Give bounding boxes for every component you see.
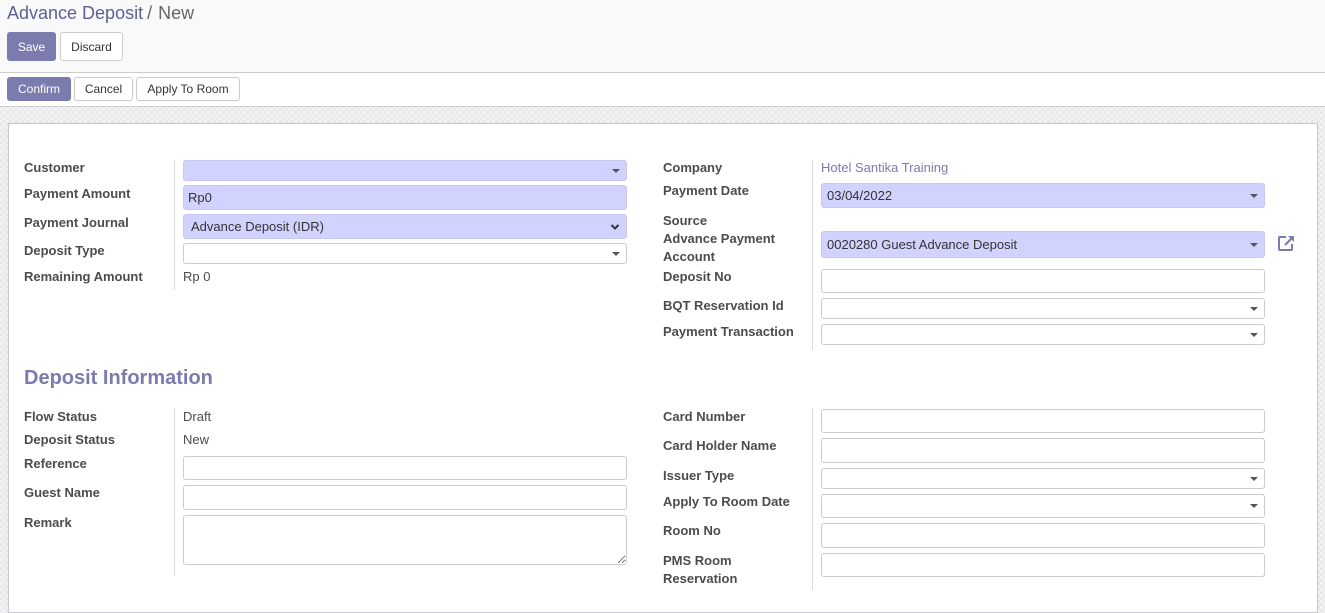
status-bar: Confirm Cancel Apply To Room [0, 73, 1325, 107]
control-panel: Advance Deposit / New Save Discard [0, 0, 1325, 73]
flow-status-label: Flow Status [24, 409, 97, 424]
caret-down-icon [1250, 242, 1258, 247]
payment-transaction-select[interactable] [821, 324, 1265, 345]
caret-down-icon [1250, 504, 1258, 508]
pms-room-reservation-label-line: Reservation [663, 571, 738, 586]
caret-down-icon [1250, 306, 1258, 311]
breadcrumb-parent-link[interactable]: Advance Deposit [7, 3, 143, 23]
deposit-left-separator [174, 408, 175, 576]
source-account-value: 0020280 Guest Advance Deposit [827, 237, 1018, 252]
bqt-reservation-id-label: BQT Reservation Id [663, 298, 784, 313]
pms-room-reservation-input[interactable] [821, 553, 1265, 577]
reference-label: Reference [24, 456, 87, 471]
customer-label: Customer [24, 160, 85, 175]
bqt-reservation-id-select[interactable] [821, 298, 1265, 319]
guest-name-input[interactable] [183, 485, 627, 510]
discard-button[interactable]: Discard [60, 32, 123, 61]
payment-journal-select[interactable]: Advance Deposit (IDR) [183, 214, 627, 239]
payment-date-input[interactable]: 03/04/2022 [821, 183, 1265, 208]
caret-down-icon [1250, 332, 1258, 337]
remark-textarea[interactable] [183, 515, 627, 565]
deposit-type-label: Deposit Type [24, 243, 105, 258]
right-group-separator [812, 160, 813, 350]
source-account-label: Source Advance Payment Account [663, 212, 775, 266]
guest-name-label: Guest Name [24, 485, 100, 500]
remaining-amount-value: Rp 0 [183, 269, 211, 284]
card-holder-name-label: Card Holder Name [663, 438, 777, 453]
section-title-deposit-information: Deposit Information [24, 367, 213, 389]
pms-room-reservation-label-line: PMS Room [663, 553, 732, 568]
flow-status-value: Draft [183, 409, 212, 424]
payment-journal-label: Payment Journal [24, 215, 129, 230]
deposit-no-label: Deposit No [663, 269, 732, 284]
deposit-no-input[interactable] [821, 269, 1265, 293]
external-link-icon[interactable] [1277, 234, 1296, 252]
caret-down-icon [1250, 476, 1258, 481]
payment-date-label: Payment Date [663, 183, 749, 198]
breadcrumb-separator: / [147, 3, 153, 23]
room-no-label: Room No [663, 523, 721, 538]
source-account-select[interactable]: 0020280 Guest Advance Deposit [821, 231, 1265, 258]
payment-amount-input[interactable]: Rp0 [183, 185, 627, 210]
deposit-status-label: Deposit Status [24, 432, 116, 447]
confirm-button[interactable]: Confirm [7, 77, 71, 101]
source-account-label-line: Advance Payment [663, 231, 775, 246]
apply-to-room-date-label: Apply To Room Date [663, 494, 790, 509]
caret-down-icon [1250, 193, 1258, 198]
left-group-separator [174, 160, 175, 290]
customer-select[interactable] [183, 160, 627, 181]
caret-down-icon [612, 168, 620, 173]
save-button[interactable]: Save [7, 32, 56, 61]
deposit-right-separator [812, 408, 813, 590]
source-account-label-line: Account [663, 249, 715, 264]
chevron-down-icon [610, 223, 620, 230]
deposit-type-select[interactable] [183, 243, 627, 264]
company-value[interactable]: Hotel Santika Training [821, 159, 948, 177]
payment-date-value: 03/04/2022 [827, 188, 893, 203]
cancel-button[interactable]: Cancel [74, 77, 133, 101]
apply-to-room-date-input[interactable] [821, 494, 1265, 518]
apply-to-room-button[interactable]: Apply To Room [136, 77, 240, 101]
remark-label: Remark [24, 515, 72, 530]
caret-down-icon [612, 251, 620, 256]
deposit-status-value: New [183, 432, 210, 447]
payment-transaction-label: Payment Transaction [663, 324, 794, 339]
remaining-amount-label: Remaining Amount [24, 269, 143, 284]
card-number-label: Card Number [663, 409, 746, 424]
card-holder-name-input[interactable] [821, 438, 1265, 463]
room-no-input[interactable] [821, 523, 1265, 548]
source-account-label-line: Source [663, 213, 708, 228]
breadcrumb: Advance Deposit / New [7, 3, 194, 24]
company-label: Company [663, 160, 723, 175]
reference-input[interactable] [183, 456, 627, 480]
card-number-input[interactable] [821, 409, 1265, 433]
payment-amount-value: Rp0 [188, 190, 212, 205]
issuer-type-label: Issuer Type [663, 468, 735, 483]
pms-room-reservation-label: PMS Room Reservation [663, 552, 737, 588]
payment-journal-value: Advance Deposit (IDR) [191, 219, 324, 234]
breadcrumb-current: New [158, 3, 195, 23]
issuer-type-select[interactable] [821, 468, 1265, 489]
payment-amount-label: Payment Amount [24, 186, 131, 201]
